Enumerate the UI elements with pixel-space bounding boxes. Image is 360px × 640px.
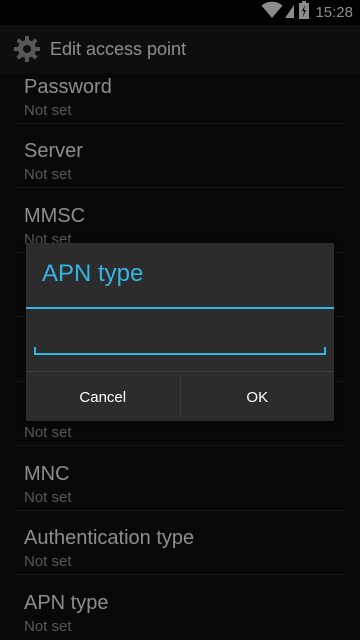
- input-underline-left-tick: [34, 347, 36, 355]
- ok-button[interactable]: OK: [181, 372, 335, 422]
- cancel-button[interactable]: Cancel: [26, 372, 180, 422]
- apn-type-input[interactable]: [38, 325, 322, 351]
- apn-type-field[interactable]: [34, 321, 326, 355]
- dialog-title-divider: [26, 307, 334, 309]
- input-underline: [34, 353, 326, 355]
- dialog-button-bar: Cancel OK: [26, 371, 334, 422]
- apn-type-dialog: APN type Cancel OK: [26, 243, 334, 421]
- input-underline-right-tick: [324, 347, 326, 355]
- dialog-title: APN type: [42, 260, 144, 287]
